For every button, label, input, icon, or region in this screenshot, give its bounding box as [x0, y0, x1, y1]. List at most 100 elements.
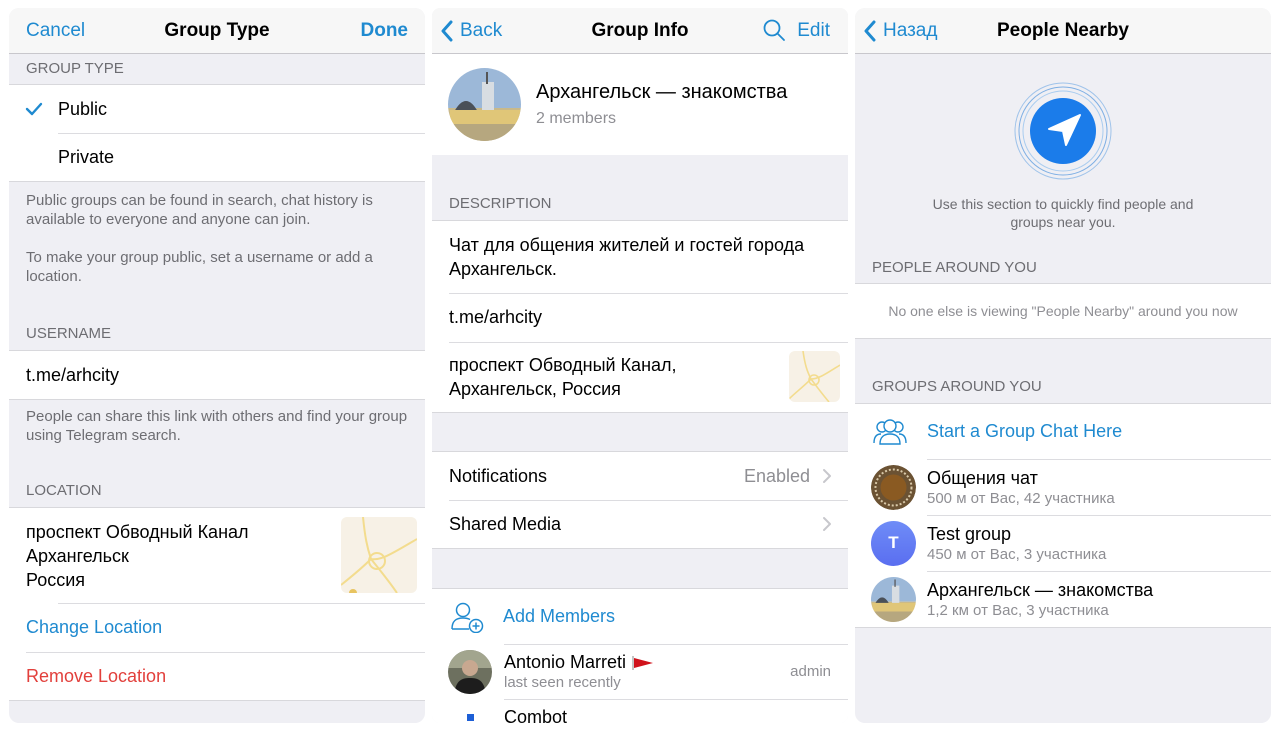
members-count: 2 members [536, 110, 617, 127]
group-name: Test group [927, 523, 1012, 544]
group-type-screen: Cancel Group Type Done GROUP TYPE Public… [9, 8, 425, 723]
option-label: Private [58, 146, 115, 167]
map-thumbnail [341, 517, 417, 593]
section-header-group-type: GROUP TYPE [26, 60, 124, 77]
nearby-group-row[interactable]: Общения чат 500 м от Вас, 42 участника [855, 459, 1271, 515]
group-type-footer-2: To make your group public, set a usernam… [26, 249, 373, 285]
section-header-username: USERNAME [26, 325, 112, 342]
section-header-location: LOCATION [26, 482, 102, 499]
settings-group: Notifications Enabled Shared Media [432, 451, 848, 549]
edit-button[interactable]: Edit [797, 20, 830, 42]
group-avatar [871, 576, 916, 622]
remove-location-button[interactable]: Remove Location [9, 652, 425, 701]
member-avatar [448, 649, 492, 694]
username-footer: People can share this link with others a… [26, 408, 408, 444]
group-avatar: T [871, 520, 916, 566]
intro-section: Use this section to quickly find people … [855, 54, 1271, 231]
member-name: Combot [504, 707, 568, 723]
add-user-icon [451, 602, 484, 633]
chevron-left-icon [441, 20, 453, 41]
shared-media-cell[interactable]: Shared Media [432, 500, 848, 548]
username-field[interactable]: t.me/arhcity [9, 351, 425, 399]
nearby-group-row[interactable]: T Test group 450 м от Вас, 3 участника [855, 515, 1271, 571]
member-row[interactable]: Antonio Marreti last seen recently admin [432, 644, 848, 699]
shared-media-label: Shared Media [449, 513, 562, 534]
map-roads-icon [341, 517, 417, 593]
group-name: Архангельск — знакомства [536, 81, 788, 103]
chevron-left-icon [864, 20, 876, 41]
option-label: Public [58, 98, 108, 119]
member-avatar-partial [466, 714, 474, 721]
people-empty-cell: No one else is viewing "People Nearby" a… [855, 284, 1271, 338]
description-text: Чат для общения жителей и гостей города … [449, 235, 805, 279]
group-distance: 500 м от Вас, 42 участника [927, 489, 1115, 507]
address-cell[interactable]: проспект Обводный Канал, Архангельск, Ро… [432, 342, 848, 412]
location-line: проспект Обводный Канал [26, 521, 249, 542]
groups-group: Start a Group Chat Here Общения чат 500 … [855, 403, 1271, 628]
remove-location-label: Remove Location [26, 665, 167, 686]
back-button[interactable]: Back [440, 20, 502, 42]
option-public[interactable]: Public [9, 85, 425, 133]
add-members-label: Add Members [503, 606, 616, 626]
people-empty-text: No one else is viewing "People Nearby" a… [888, 303, 1238, 319]
username-value: t.me/arhcity [26, 364, 120, 385]
location-group: проспект Обводный Канал Архангельск Росс… [9, 507, 425, 701]
notifications-value: Enabled [743, 465, 810, 486]
start-group-chat-button[interactable]: Start a Group Chat Here [855, 404, 1271, 459]
description-cell[interactable]: Чат для общения жителей и гостей города … [432, 221, 848, 293]
address-line: Архангельск, Россия [449, 379, 621, 399]
group-link: t.me/arhcity [449, 307, 543, 327]
navigation-bar: Back Group Info Edit [432, 8, 848, 54]
cancel-button[interactable]: Cancel [26, 20, 85, 42]
intro-text: Use this section to quickly find people … [932, 196, 1194, 230]
group-avatar [871, 464, 916, 510]
group-info-screen: Back Group Info Edit Архангельск — знако… [432, 8, 848, 723]
member-photo [448, 649, 492, 694]
map-thumbnail [789, 351, 840, 402]
change-location-button[interactable]: Change Location [9, 603, 425, 652]
people-nearby-screen: Назад People Nearby Use this section to … [855, 8, 1271, 723]
group-distance: 450 м от Вас, 3 участника [927, 545, 1107, 563]
section-header-people: PEOPLE AROUND YOU [872, 259, 1037, 276]
address-line: проспект Обводный Канал, [449, 355, 677, 375]
info-group: Чат для общения жителей и гостей города … [432, 220, 848, 413]
location-address[interactable]: проспект Обводный Канал Архангельск Росс… [9, 508, 425, 603]
group-photo [448, 68, 521, 141]
section-header-groups: GROUPS AROUND YOU [872, 378, 1042, 395]
member-name: Antonio Marreti [504, 652, 627, 672]
group-distance: 1,2 км от Вас, 3 участника [927, 601, 1109, 619]
group-icon [873, 418, 907, 445]
notifications-cell[interactable]: Notifications Enabled [432, 452, 848, 500]
group-type-footer-1: Public groups can be found in search, ch… [26, 192, 373, 228]
section-header-description: DESCRIPTION [449, 195, 552, 212]
map-roads-icon [789, 351, 840, 402]
navigation-bar: Назад People Nearby [855, 8, 1271, 54]
username-group: t.me/arhcity [9, 350, 425, 400]
add-members-button[interactable]: Add Members [432, 589, 848, 644]
member-status: last seen recently [504, 674, 621, 691]
nearby-group-row[interactable]: Архангельск — знакомства 1,2 км от Вас, … [855, 571, 1271, 627]
location-radar-icon [1014, 82, 1112, 180]
back-label: Назад [883, 19, 938, 41]
group-name: Общения чат [927, 467, 1038, 488]
group-avatar[interactable] [448, 68, 521, 141]
chevron-right-icon [823, 469, 831, 483]
chevron-right-icon [823, 517, 831, 531]
back-label: Back [460, 19, 503, 41]
link-cell[interactable]: t.me/arhcity [432, 293, 848, 342]
members-group: Add Members Antonio Marreti last seen re… [432, 588, 848, 723]
start-group-chat-label: Start a Group Chat Here [927, 421, 1123, 441]
back-button[interactable]: Назад [863, 20, 937, 42]
option-private[interactable]: Private [9, 133, 425, 181]
change-location-label: Change Location [26, 617, 163, 637]
location-line: Россия [26, 569, 86, 590]
search-icon[interactable] [762, 18, 786, 42]
group-photo [871, 576, 916, 622]
member-row[interactable]: Combot [432, 699, 848, 723]
location-line: Архангельск [26, 545, 129, 566]
flag-icon [632, 655, 654, 670]
group-header: Архангельск — знакомства 2 members [432, 54, 848, 155]
done-button[interactable]: Done [361, 20, 409, 42]
notifications-label: Notifications [449, 465, 548, 486]
group-type-options: Public Private [9, 84, 425, 182]
